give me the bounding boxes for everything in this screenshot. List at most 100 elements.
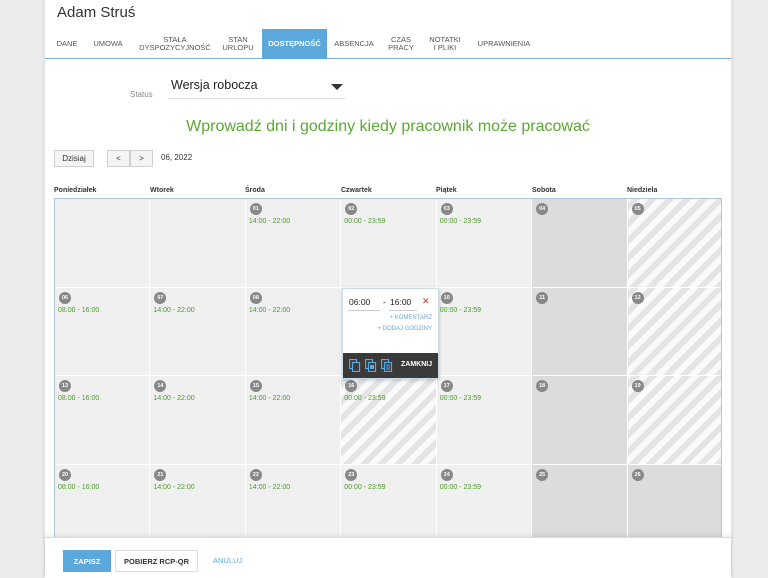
calendar-day-cell[interactable]: 25 xyxy=(532,464,628,542)
calendar-day-cell[interactable]: 12 xyxy=(627,287,721,376)
calendar-day-cell[interactable]: 26 xyxy=(627,464,721,542)
availability-hours: 14:00 - 22:00 xyxy=(153,395,195,402)
weekday-header: Poniedziałek xyxy=(54,187,97,194)
next-month-button[interactable]: > xyxy=(130,150,153,167)
from-time-input[interactable]: 06:00 xyxy=(349,297,370,307)
tab-absencja[interactable]: ABSENCJA xyxy=(332,29,376,59)
calendar-day-cell[interactable]: 02 00:00 - 23:59 xyxy=(341,199,437,288)
day-number-badge: 17 xyxy=(440,380,453,392)
calendar-day-cell[interactable]: 01 14:00 - 22:00 xyxy=(245,199,342,288)
cancel-button[interactable]: ANULUJ xyxy=(213,556,242,565)
calendar-day-cell[interactable]: 05 xyxy=(627,199,721,288)
availability-hours: 08:00 - 16:00 xyxy=(58,395,100,402)
employee-panel: Adam Struś DANE UMOWA STAŁA DYSPOZYCYJNO… xyxy=(45,0,731,578)
availability-hours: 00:00 - 23:59 xyxy=(344,395,386,402)
caret-down-icon xyxy=(331,84,343,90)
day-number-badge: 07 xyxy=(154,291,167,304)
time-separator: - xyxy=(383,297,386,307)
calendar-day-cell[interactable]: 20 08:00 - 16:00 xyxy=(55,464,151,542)
from-time-underline xyxy=(348,310,380,311)
popup-close-button[interactable]: ZAMKNIJ xyxy=(401,361,432,368)
status-label: Status xyxy=(130,90,153,99)
copy-icon[interactable] xyxy=(349,359,361,372)
availability-hours: 00:00 - 23:59 xyxy=(344,218,386,225)
status-select[interactable]: Wersja robocza xyxy=(169,75,345,99)
download-rcp-qr-button[interactable]: POBIERZ RCP-QR xyxy=(115,550,198,572)
day-number-badge: 24 xyxy=(440,468,453,481)
weekday-header: Piątek xyxy=(436,187,457,194)
tab-umowa[interactable]: UMOWA xyxy=(87,29,129,59)
availability-hours: 00:00 - 23:59 xyxy=(439,395,481,402)
calendar-day-cell[interactable] xyxy=(150,199,246,288)
tab-notatki-i-pliki[interactable]: NOTATKI I PLIKI xyxy=(425,29,465,59)
day-number-badge: 10 xyxy=(440,291,453,304)
current-month: 06, 2022 xyxy=(161,153,193,162)
availability-hours: 08:00 - 16:00 xyxy=(58,306,100,314)
tab-stala-dyspozycyjnosc[interactable]: STAŁA DYSPOZYCYJNOŚĆ xyxy=(137,29,213,59)
calendar-day-cell[interactable]: 22 14:00 - 22:00 xyxy=(245,464,342,542)
availability-hours: 00:00 - 23:59 xyxy=(439,483,481,491)
availability-hours: 14:00 - 22:00 xyxy=(248,306,291,314)
prev-month-button[interactable]: < xyxy=(107,150,130,167)
day-number-badge: 16 xyxy=(345,380,358,392)
availability-hours: 14:00 - 22:00 xyxy=(153,483,195,491)
tab-dane[interactable]: DANE xyxy=(53,29,81,59)
day-number-badge: 02 xyxy=(345,203,358,215)
calendar-day-cell[interactable]: 06 08:00 - 16:00 xyxy=(55,287,151,376)
availability-hours: 14:00 - 22:00 xyxy=(248,218,291,225)
availability-hours: 14:00 - 22:00 xyxy=(248,483,291,491)
close-icon[interactable]: ✕ xyxy=(422,296,430,307)
tab-stan-urlopu[interactable]: STAN URLOPU xyxy=(217,29,259,59)
calendar-day-cell[interactable]: 13 08:00 - 16:00 xyxy=(55,376,151,465)
day-number-badge: 08 xyxy=(249,291,262,304)
save-button[interactable]: ZAPISZ xyxy=(63,550,111,572)
add-hours-link[interactable]: + DODAJ GODZINY xyxy=(377,326,432,332)
calendar-day-cell[interactable]: 18 xyxy=(532,376,628,465)
availability-hours: 00:00 - 23:59 xyxy=(344,483,386,491)
tab-uprawnienia[interactable]: UPRAWNIENIA xyxy=(473,29,535,59)
day-number-badge: 05 xyxy=(631,203,644,215)
footer-bar: ZAPISZ POBIERZ RCP-QR ANULUJ xyxy=(45,537,731,578)
day-number-badge: 18 xyxy=(536,380,549,392)
tab-czas-pracy[interactable]: CZAS PRACY xyxy=(384,29,418,59)
day-number-badge: 06 xyxy=(59,291,71,304)
calendar-day-cell[interactable]: 23 00:00 - 23:59 xyxy=(341,464,437,542)
to-time-underline xyxy=(389,310,417,311)
day-number-badge: 19 xyxy=(631,380,644,392)
availability-hours: 00:00 - 23:59 xyxy=(439,218,481,225)
add-comment-link[interactable]: + KOMENTARZ xyxy=(390,315,432,321)
calendar-day-cell[interactable] xyxy=(55,199,151,288)
availability-hours: 14:00 - 22:00 xyxy=(153,306,195,314)
paste-month-icon[interactable] xyxy=(381,359,393,372)
paste-week-icon[interactable] xyxy=(365,359,377,372)
calendar-day-cell[interactable]: 11 xyxy=(532,287,628,376)
calendar-day-cell[interactable]: 08 14:00 - 22:00 xyxy=(245,287,342,376)
weekday-header: Sobota xyxy=(532,187,556,194)
day-number-badge: 23 xyxy=(345,468,358,481)
day-number-badge: 04 xyxy=(536,203,549,215)
calendar-day-cell[interactable]: 03 00:00 - 23:59 xyxy=(436,199,533,288)
calendar-day-cell[interactable]: 16 00:00 - 23:59 xyxy=(341,376,437,465)
day-number-badge: 01 xyxy=(249,203,262,215)
availability-hours: 08:00 - 16:00 xyxy=(58,483,100,491)
calendar-day-cell[interactable]: 07 14:00 - 22:00 xyxy=(150,287,246,376)
calendar-day-cell[interactable]: 14 14:00 - 22:00 xyxy=(150,376,246,465)
tab-dostepnosc[interactable]: DOSTĘPNOŚĆ xyxy=(262,29,327,59)
popup-action-bar: ZAMKNIJ xyxy=(343,353,438,378)
calendar-day-cell[interactable]: 15 14:00 - 22:00 xyxy=(245,376,342,465)
to-time-input[interactable]: 16:00 xyxy=(390,297,411,307)
calendar-day-cell[interactable]: 24 00:00 - 23:59 xyxy=(436,464,533,542)
calendar-day-cell[interactable]: 21 14:00 - 22:00 xyxy=(150,464,246,542)
availability-popup: 06:00 - 16:00 ✕ + KOMENTARZ + DODAJ GODZ… xyxy=(342,288,439,379)
day-number-badge: 26 xyxy=(631,468,644,481)
page-heading: Wprowadź dni i godziny kiedy pracownik m… xyxy=(186,118,590,135)
calendar-day-cell[interactable]: 19 xyxy=(627,376,721,465)
weekday-header: Wtorek xyxy=(150,187,174,194)
weekday-header: Środa xyxy=(245,187,265,194)
calendar-day-cell[interactable]: 17 00:00 - 23:59 xyxy=(436,376,533,465)
calendar-day-cell[interactable]: 10 00:00 - 23:59 xyxy=(436,287,533,376)
status-value: Wersja robocza xyxy=(171,78,258,92)
today-button[interactable]: Dzisiaj xyxy=(54,150,94,167)
day-number-badge: 25 xyxy=(536,468,549,481)
calendar-day-cell[interactable]: 04 xyxy=(532,199,628,288)
